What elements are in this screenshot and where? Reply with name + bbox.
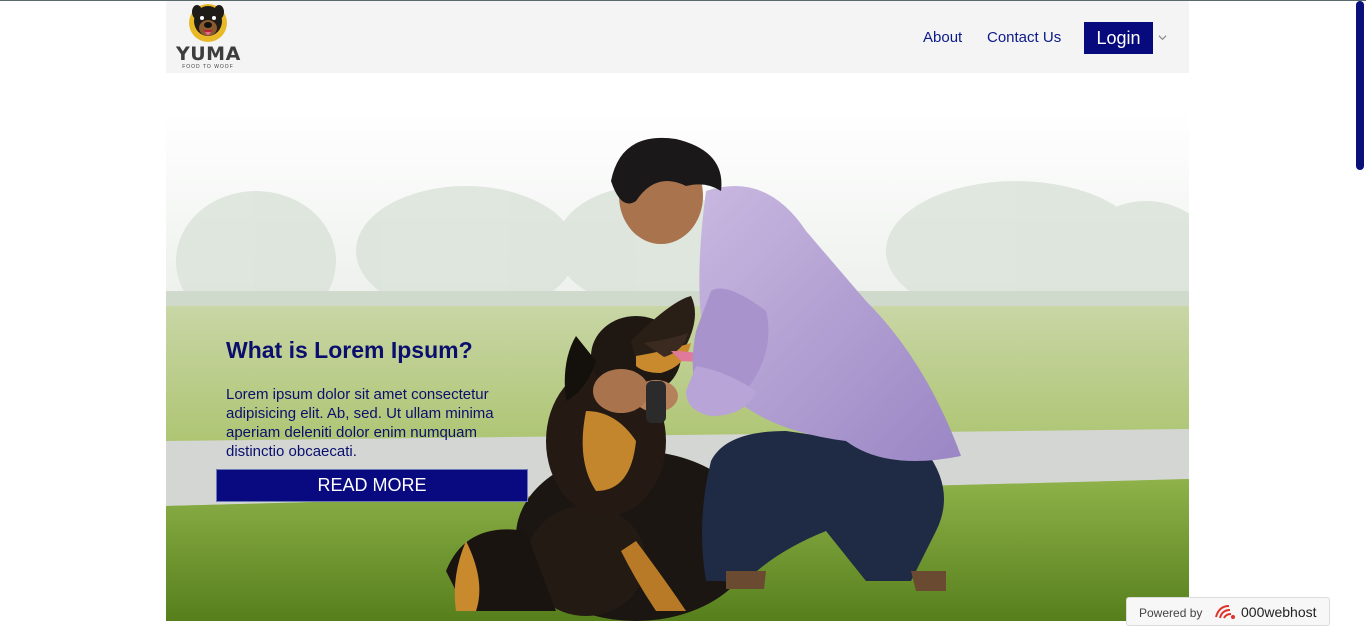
powered-by-label: Powered by <box>1139 606 1203 620</box>
webhost-logo-icon <box>1215 605 1235 619</box>
nav-about-link[interactable]: About <box>923 29 962 47</box>
hero-title: What is Lorem Ipsum? <box>226 337 473 363</box>
logo-tagline: FOOD TO WOOF <box>182 64 234 70</box>
dog-logo-icon <box>189 4 227 42</box>
webhost-brand-name: 000webhost <box>1241 604 1317 620</box>
nav-contact-link[interactable]: Contact Us <box>987 29 1061 47</box>
hero-banner: What is Lorem Ipsum? Lorem ipsum dolor s… <box>166 111 1189 621</box>
logo-wordmark: YUMA <box>176 43 241 65</box>
chevron-down-icon[interactable] <box>1158 33 1167 42</box>
powered-by-badge[interactable]: Powered by 000webhost <box>1126 597 1330 626</box>
site-header: YUMA FOOD TO WOOF About Contact Us Login <box>166 1 1189 73</box>
scrollbar-thumb[interactable] <box>1356 1 1364 170</box>
login-button[interactable]: Login <box>1084 22 1153 54</box>
hero-photo <box>166 111 1189 621</box>
site-logo[interactable]: YUMA FOOD TO WOOF <box>176 1 240 73</box>
read-more-button[interactable]: READ MORE <box>216 469 528 502</box>
hero-description: Lorem ipsum dolor sit amet consectetur a… <box>226 386 494 460</box>
